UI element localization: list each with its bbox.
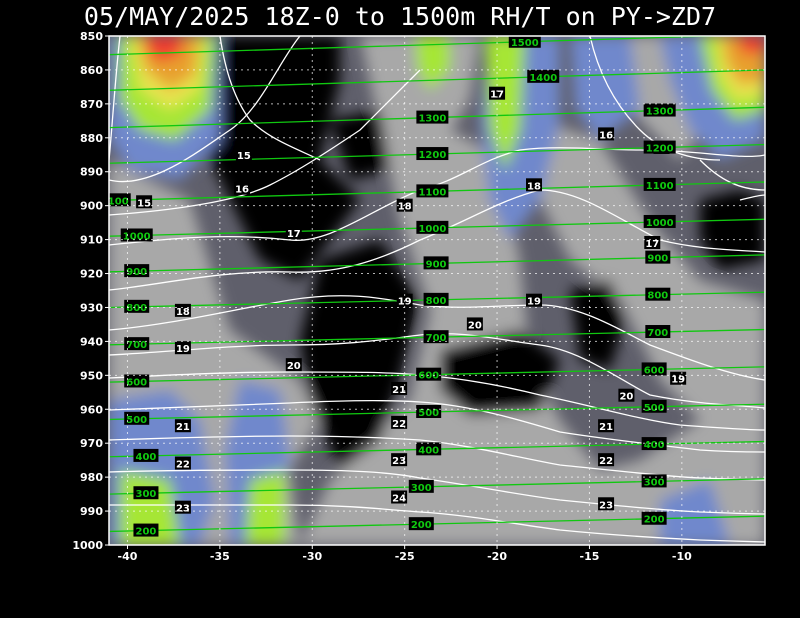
temperature-label: 16	[235, 185, 249, 196]
height-contour-label: 500	[126, 415, 147, 426]
height-contour-label: 1300	[418, 114, 446, 125]
height-contour-label: 1300	[646, 107, 674, 118]
temperature-label: 23	[599, 500, 613, 511]
height-contour-label: 1200	[646, 144, 674, 155]
temperature-label: 23	[176, 504, 190, 515]
x-tick-label: -40	[118, 550, 138, 563]
y-tick-label: 970	[80, 437, 103, 450]
temperature-label: 17	[645, 239, 659, 250]
temperature-label: 21	[176, 422, 190, 433]
height-contour-label: 1200	[418, 150, 446, 161]
y-tick-label: 850	[80, 30, 103, 43]
y-tick-label: 960	[80, 403, 103, 416]
temperature-label: 19	[527, 297, 541, 308]
height-contour-label: 900	[647, 254, 668, 265]
y-tick-label: 880	[80, 132, 103, 145]
height-contour-label: 600	[126, 377, 147, 388]
y-tick-label: 950	[80, 369, 103, 382]
x-tick-label: -20	[487, 550, 507, 563]
y-tick-label: 980	[80, 471, 103, 484]
rh-shaded-field: 1515151616171717181818191919192020202121…	[109, 36, 765, 545]
x-axis-tick-labels: -40 -35 -30 -25 -20 -15 -10	[118, 545, 692, 563]
height-contour-label: 600	[418, 371, 439, 382]
y-tick-label: 940	[80, 335, 103, 348]
height-contour-label: 800	[647, 291, 668, 302]
temperature-label: 20	[468, 320, 482, 331]
x-tick-label: -35	[210, 550, 230, 563]
temperature-label: 15	[137, 198, 151, 209]
temperature-label: 18	[527, 181, 541, 192]
y-tick-label: 1000	[72, 539, 103, 552]
y-tick-label: 900	[80, 200, 103, 213]
y-tick-label: 910	[80, 234, 103, 247]
height-contour-label: 600	[644, 365, 665, 376]
height-contour-label: 300	[136, 489, 157, 500]
height-contour-label: 1500	[511, 38, 539, 49]
temperature-label: 18	[176, 307, 190, 318]
x-tick-label: -30	[302, 550, 322, 563]
temperature-label: 19	[671, 375, 685, 386]
x-tick-label: -25	[395, 550, 415, 563]
height-contour-label: 200	[644, 515, 665, 526]
height-contour-label: 400	[418, 445, 439, 456]
height-contour-label: 400	[136, 452, 157, 463]
height-contour-label: 400	[644, 440, 665, 451]
height-contour-label: 900	[126, 267, 147, 278]
y-tick-label: 990	[80, 505, 103, 518]
y-tick-label: 870	[80, 98, 103, 111]
height-contour-label: 700	[426, 333, 447, 344]
temperature-label: 23	[392, 456, 406, 467]
temperature-label: 21	[599, 422, 613, 433]
height-contour-label: 1400	[529, 73, 557, 84]
height-contour-label: 700	[647, 328, 668, 339]
temperature-label: 24	[392, 493, 406, 504]
height-contour-label: 200	[136, 527, 157, 538]
height-contour-label: 1100	[646, 181, 674, 192]
y-tick-label: 860	[80, 64, 103, 77]
height-contour-label: 700	[126, 340, 147, 351]
height-contour-label: 1000	[418, 224, 446, 235]
y-axis-tick-labels: 850 860 870 880 890 900 910 920 930 940 950 960 970 9…	[72, 30, 109, 552]
temperature-label: 22	[176, 460, 190, 471]
y-tick-label: 890	[80, 166, 103, 179]
temperature-label: 22	[599, 456, 613, 467]
height-contour-label: 200	[411, 520, 432, 531]
temperature-label: 20	[619, 392, 633, 403]
height-contour-label: 900	[426, 259, 447, 270]
height-contour-label: 800	[426, 296, 447, 307]
temperature-label: 21	[392, 385, 406, 396]
temperature-label: 16	[599, 130, 613, 141]
height-contour-label: 800	[126, 303, 147, 314]
y-tick-label: 920	[80, 268, 103, 281]
temperature-label: 20	[287, 361, 301, 372]
height-contour-label: 1000	[123, 231, 151, 242]
height-contour-label: 500	[644, 403, 665, 414]
y-tick-label: 930	[80, 301, 103, 314]
rh-t-cross-section-chart: 1515151616171717181818191919192020202121…	[72, 30, 766, 563]
x-tick-label: -15	[580, 550, 600, 563]
height-contour-label: 300	[411, 483, 432, 494]
temperature-label: 22	[392, 419, 406, 430]
temperature-label: 19	[176, 344, 190, 355]
temperature-label: 17	[287, 229, 301, 240]
x-tick-label: -10	[672, 550, 692, 563]
temperature-label: 15	[237, 151, 251, 162]
height-contour-label: 300	[644, 477, 665, 488]
height-contour-label: 1000	[646, 218, 674, 229]
height-contour-label: 1100	[418, 187, 446, 198]
